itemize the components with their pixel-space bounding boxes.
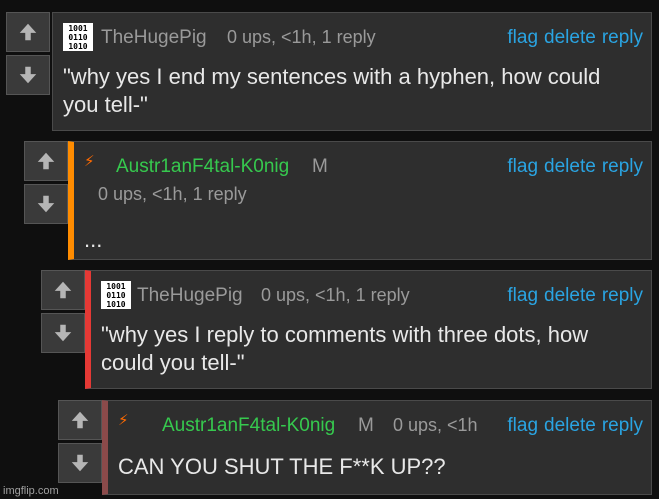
comment-actions: flag delete reply xyxy=(501,285,643,307)
arrow-down-icon xyxy=(37,195,55,213)
comment-text: CAN YOU SHUT THE F**K UP?? xyxy=(118,454,446,479)
upvote-button[interactable] xyxy=(58,400,102,440)
comment-text: ... xyxy=(84,227,103,252)
vote-column xyxy=(41,270,85,356)
reply-link[interactable]: reply xyxy=(602,415,643,436)
arrow-down-icon xyxy=(54,324,72,342)
downvote-button[interactable] xyxy=(58,443,102,483)
comment-meta: 0 ups, <1h, 1 reply xyxy=(227,27,376,47)
comment-header: 1001 0110 1010 TheHugePig 0 ups, <1h, 1 re… xyxy=(63,21,643,51)
comment-text: "why yes I reply to comments with three … xyxy=(101,322,589,375)
delete-link[interactable]: delete xyxy=(544,156,596,177)
comment-card: ⚡ Austr1anF4tal-K0nig M 0 ups, <1h flag d… xyxy=(102,400,652,495)
comment-text: "why yes I end my sentences with a hyphe… xyxy=(63,64,601,117)
comment-meta: 0 ups, <1h xyxy=(393,415,478,435)
username[interactable]: Austr1anF4tal-K0nig xyxy=(116,156,289,178)
comment-header: ⚡ Austr1anF4tal-K0nig M flag delete reply xyxy=(84,150,643,180)
comment-4: ⚡ Austr1anF4tal-K0nig M 0 ups, <1h flag d… xyxy=(58,400,652,495)
downvote-button[interactable] xyxy=(6,55,50,95)
comment-2: ⚡ Austr1anF4tal-K0nig M flag delete reply … xyxy=(24,141,652,260)
reply-link[interactable]: reply xyxy=(602,27,643,48)
comment-meta: 0 ups, <1h, 1 reply xyxy=(261,285,410,305)
comment-meta: 0 ups, <1h, 1 reply xyxy=(98,184,247,204)
reply-link[interactable]: reply xyxy=(602,285,643,306)
comment-card: 1001 0110 1010 TheHugePig 0 ups, <1h, 1 re… xyxy=(52,12,652,131)
mod-flag: M xyxy=(312,156,328,177)
delete-link[interactable]: delete xyxy=(544,27,596,48)
comment-card: 1001 0110 1010 TheHugePig 0 ups, <1h, 1 re… xyxy=(85,270,652,389)
reply-link[interactable]: reply xyxy=(602,156,643,177)
vote-column xyxy=(58,400,102,486)
comment-actions: flag delete reply xyxy=(501,415,643,437)
downvote-button[interactable] xyxy=(41,313,85,353)
arrow-down-icon xyxy=(71,454,89,472)
comment-card: ⚡ Austr1anF4tal-K0nig M flag delete reply … xyxy=(68,141,652,260)
upvote-button[interactable] xyxy=(6,12,50,52)
upvote-button[interactable] xyxy=(41,270,85,310)
vote-column xyxy=(6,12,50,98)
lightning-icon: ⚡ xyxy=(118,412,129,429)
username[interactable]: TheHugePig xyxy=(101,27,207,49)
delete-link[interactable]: delete xyxy=(544,415,596,436)
watermark: imgflip.com xyxy=(3,485,59,497)
arrow-up-icon xyxy=(37,152,55,170)
comment-actions: flag delete reply xyxy=(501,27,643,49)
comment-3: 1001 0110 1010 TheHugePig 0 ups, <1h, 1 re… xyxy=(41,270,652,389)
comment-header: ⚡ Austr1anF4tal-K0nig M 0 ups, <1h flag d… xyxy=(118,409,643,439)
flag-link[interactable]: flag xyxy=(507,415,538,436)
username[interactable]: TheHugePig xyxy=(137,285,243,307)
flag-link[interactable]: flag xyxy=(507,27,538,48)
username[interactable]: Austr1anF4tal-K0nig xyxy=(162,415,335,437)
delete-link[interactable]: delete xyxy=(544,285,596,306)
lightning-icon: ⚡ xyxy=(84,153,95,170)
comment-1: 1001 0110 1010 TheHugePig 0 ups, <1h, 1 re… xyxy=(6,12,652,131)
comment-header: 1001 0110 1010 TheHugePig 0 ups, <1h, 1 re… xyxy=(101,279,643,309)
vote-column xyxy=(24,141,68,227)
arrow-up-icon xyxy=(54,281,72,299)
mod-flag: M xyxy=(358,415,374,436)
comment-actions: flag delete reply xyxy=(501,156,643,178)
arrow-up-icon xyxy=(71,411,89,429)
flag-link[interactable]: flag xyxy=(507,285,538,306)
arrow-up-icon xyxy=(19,23,37,41)
upvote-button[interactable] xyxy=(24,141,68,181)
arrow-down-icon xyxy=(19,66,37,84)
downvote-button[interactable] xyxy=(24,184,68,224)
avatar[interactable]: 1001 0110 1010 xyxy=(101,281,131,309)
avatar[interactable]: 1001 0110 1010 xyxy=(63,23,93,51)
flag-link[interactable]: flag xyxy=(507,156,538,177)
